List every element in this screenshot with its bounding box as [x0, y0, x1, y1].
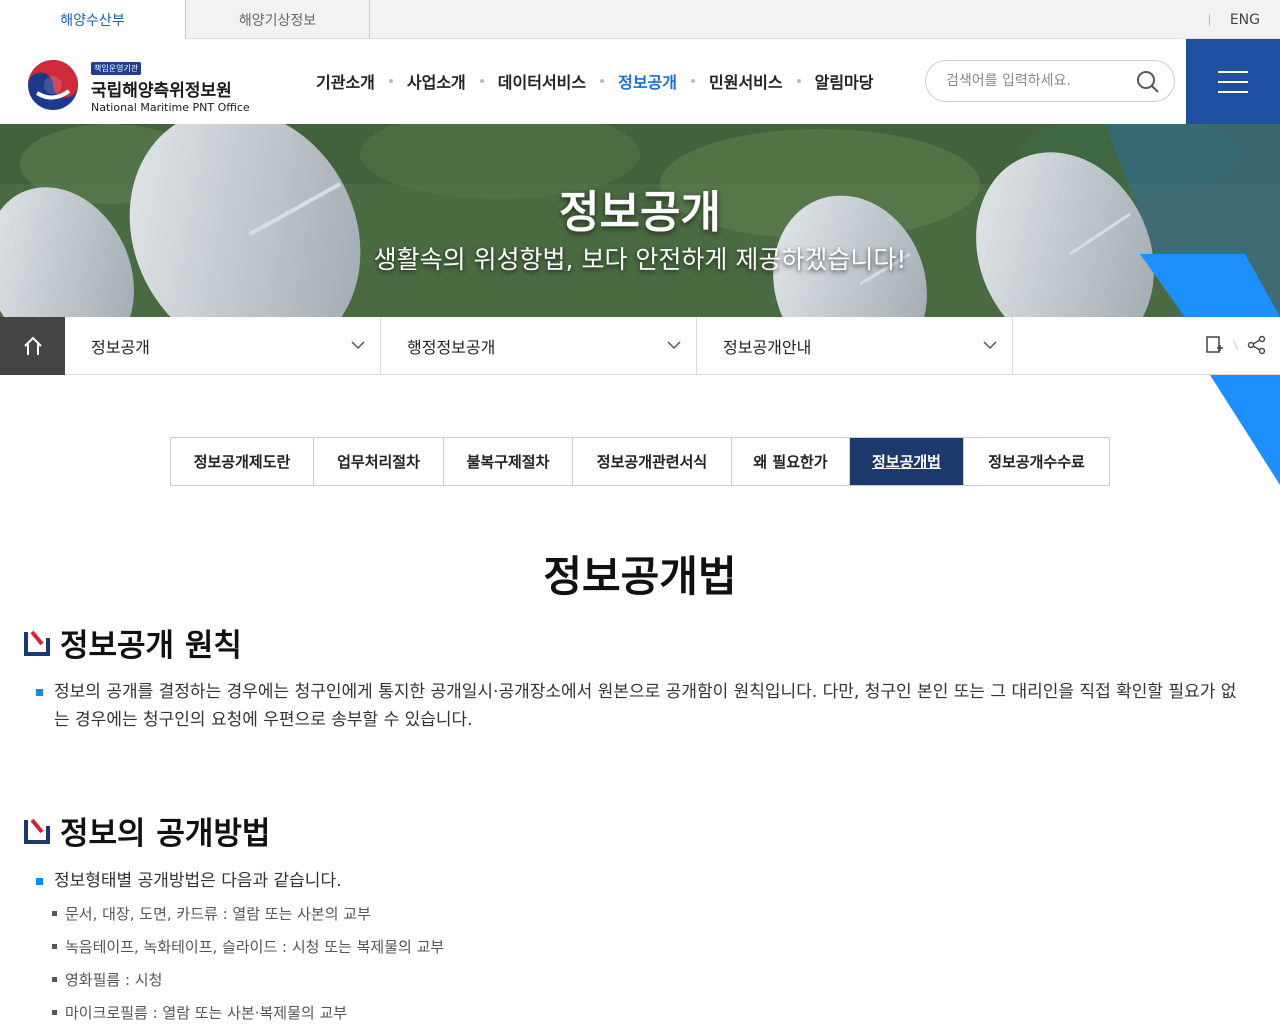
tab-process[interactable]: 업무처리절차 — [314, 438, 444, 485]
search-input[interactable] — [946, 73, 1126, 89]
hamburger-line — [1218, 70, 1248, 73]
location-depth2-label: 행정정보공개 — [407, 338, 496, 357]
tab-system[interactable]: 정보공개제도란 — [171, 438, 314, 485]
chevron-down-icon — [351, 341, 365, 350]
nav-item-civil-service[interactable]: 민원서비스 — [709, 69, 783, 93]
search-box — [925, 60, 1175, 102]
location-depth1-label: 정보공개 — [91, 338, 150, 357]
hero-title: 정보공개 — [559, 187, 721, 238]
tab-forms[interactable]: 정보공개관련서식 — [573, 438, 732, 485]
section-heading-method: 정보의 공개방법 — [24, 808, 270, 853]
principle-paragraph: 정보의 공개를 결정하는 경우에는 청구인에게 통지한 공개일시·공개장소에서 … — [36, 678, 1251, 734]
tab-law[interactable]: 정보공개법 — [850, 438, 964, 485]
page-title: 정보공개법 — [543, 552, 737, 601]
nav-item-info-disclosure[interactable]: 정보공개 — [618, 69, 677, 93]
top-tab-mof[interactable]: 해양수산부 — [0, 0, 185, 40]
content-tabs: 정보공개제도란 업무처리절차 불복구제절차 정보공개관련서식 왜 필요한가 정보… — [170, 437, 1110, 486]
section-marker-icon — [24, 630, 50, 656]
tab-fee[interactable]: 정보공개수수료 — [964, 438, 1109, 485]
hero-banner: 정보공개 생활속의 위성항법, 보다 안전하게 제공하겠습니다! — [0, 124, 1280, 317]
method-lead: 정보형태별 공개방법은 다음과 같습니다. — [36, 867, 1251, 895]
page-tools — [1203, 334, 1268, 356]
share-icon[interactable] — [1246, 334, 1268, 356]
logo-name-en: National Maritime PNT Office — [91, 101, 250, 114]
logo-badge: 책임운영기관 — [91, 62, 142, 75]
location-depth2-select[interactable]: 행정정보공개 — [381, 317, 697, 375]
tool-separator — [1232, 340, 1239, 350]
logo-name-kr: 국립해양측위정보원 — [91, 81, 232, 101]
print-icon[interactable] — [1203, 334, 1225, 356]
section-heading-text: 정보공개 원칙 — [60, 628, 242, 664]
nav-item-notice[interactable]: 알림마당 — [815, 69, 874, 93]
nav-separator — [388, 79, 393, 83]
section-heading-text: 정보의 공개방법 — [60, 816, 271, 852]
site-header: 책임운영기관 국립해양측위정보원 National Maritime PNT O… — [0, 39, 1280, 124]
section-marker-icon — [24, 818, 50, 844]
chevron-down-icon — [667, 341, 681, 350]
site-logo[interactable]: 책임운영기관 국립해양측위정보원 National Maritime PNT O… — [27, 56, 250, 114]
lang-eng-link[interactable]: ENG — [1209, 0, 1260, 39]
nav-separator — [691, 79, 695, 83]
home-button[interactable] — [0, 317, 65, 375]
search-icon[interactable] — [1136, 70, 1160, 94]
nav-separator — [600, 79, 605, 83]
main-nav: 기관소개 사업소개 데이터서비스 정보공개 민원서비스 알림마당 — [316, 69, 874, 93]
method-list-item: 영화필름 : 시청 — [52, 969, 162, 990]
nav-item-data-service[interactable]: 데이터서비스 — [498, 69, 586, 93]
home-icon — [23, 336, 42, 355]
hamburger-line — [1218, 80, 1248, 83]
location-depth1-select[interactable]: 정보공개 — [65, 317, 381, 375]
hero-subtitle: 생활속의 위성항법, 보다 안전하게 제공하겠습니다! — [373, 245, 907, 274]
decorative-blue-shape — [1210, 375, 1280, 485]
nav-item-business[interactable]: 사업소개 — [407, 69, 466, 93]
location-depth3-select[interactable]: 정보공개안내 — [697, 317, 1013, 375]
taegeuk-emblem-icon — [28, 60, 78, 110]
hamburger-menu-button[interactable] — [1186, 39, 1280, 124]
top-tab-weather[interactable]: 해양기상정보 — [185, 0, 370, 39]
method-list-item: 녹음테이프, 녹화테이프, 슬라이드 : 시청 또는 복제물의 교부 — [52, 936, 444, 957]
method-list-item: 문서, 대장, 도면, 카드류 : 열람 또는 사본의 교부 — [52, 903, 371, 924]
nav-separator — [479, 79, 484, 83]
location-depth3-label: 정보공개안내 — [723, 338, 812, 357]
tab-why[interactable]: 왜 필요한가 — [732, 438, 850, 485]
method-list-item: 마이크로필름 : 열람 또는 사본·복제물의 교부 — [52, 1002, 347, 1023]
hamburger-line — [1218, 90, 1248, 93]
nav-item-about[interactable]: 기관소개 — [316, 69, 375, 93]
section-heading-principle: 정보공개 원칙 — [24, 620, 242, 665]
location-bar: 정보공개 행정정보공개 정보공개안내 — [0, 317, 1280, 375]
nav-separator — [796, 79, 801, 83]
top-utility-bar: 해양수산부 해양기상정보 ENG — [0, 0, 1280, 40]
lang-eng-label[interactable]: ENG — [1230, 12, 1260, 28]
tab-appeal[interactable]: 불복구제절차 — [444, 438, 573, 485]
chevron-down-icon — [983, 341, 997, 350]
